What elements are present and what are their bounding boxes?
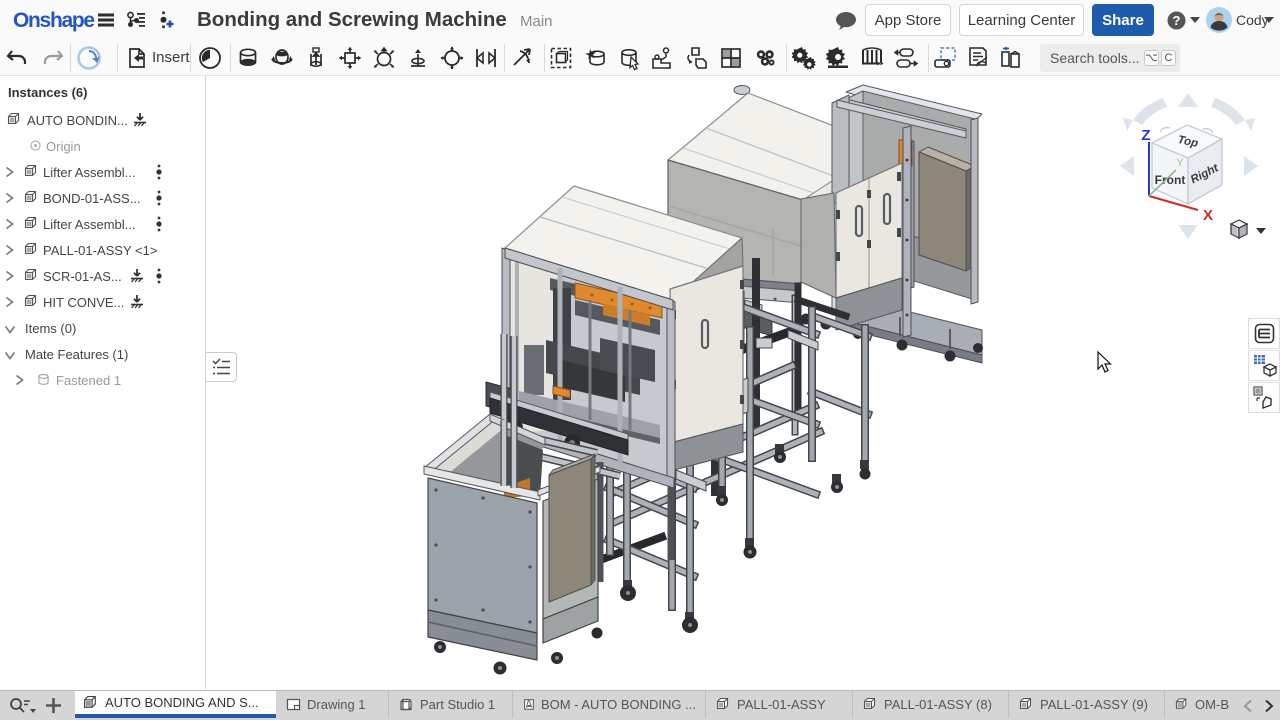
- svg-text:Z: Z: [1141, 127, 1150, 144]
- svg-text:X: X: [1203, 207, 1213, 224]
- svg-text:?: ?: [1173, 13, 1181, 28]
- svg-text:Y: Y: [1176, 157, 1184, 169]
